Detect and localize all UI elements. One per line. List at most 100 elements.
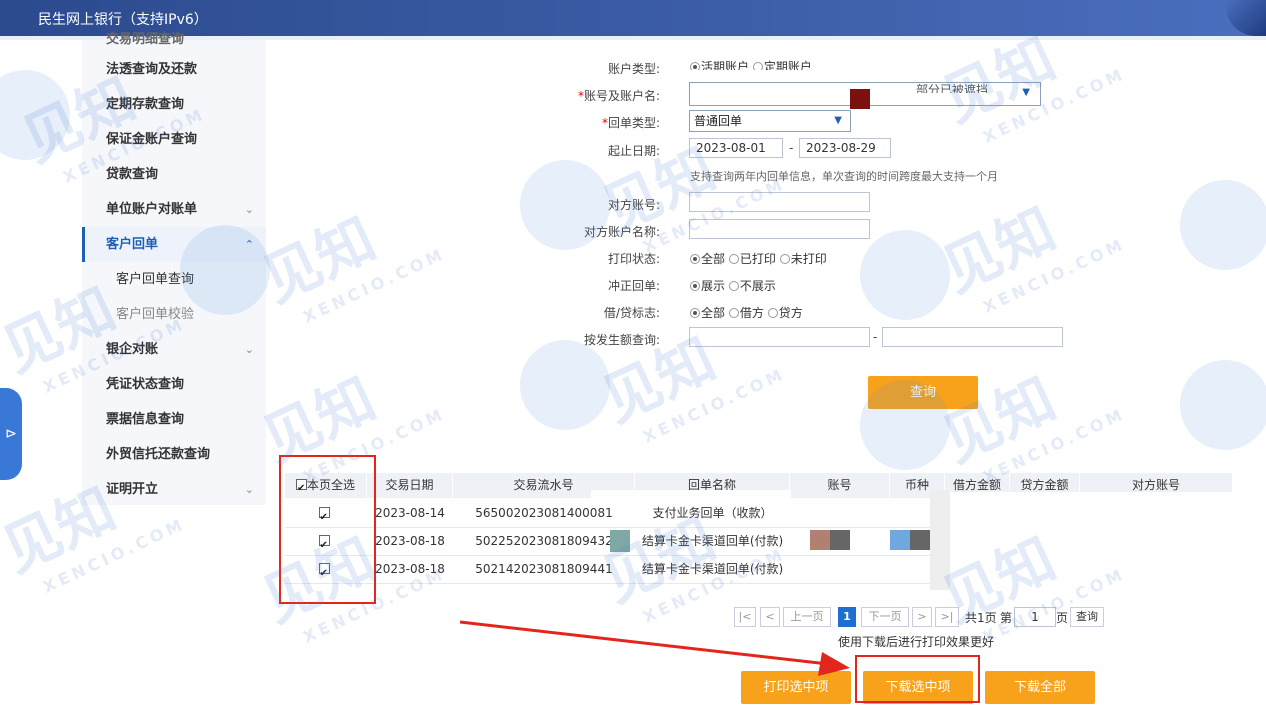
account-label: *账号及账户名: bbox=[577, 89, 660, 103]
annotation-box-download bbox=[855, 655, 980, 703]
watermark-logo bbox=[0, 70, 70, 160]
sidebar-item-customer-receipt[interactable]: 客户回单 ⌃ bbox=[82, 227, 266, 262]
radio-show[interactable] bbox=[690, 281, 700, 291]
start-date-input[interactable]: 2023-08-01 bbox=[689, 138, 783, 158]
dropdown-arrow-icon: ▼ bbox=[1022, 87, 1030, 98]
chevron-down-icon: ⌄ bbox=[244, 343, 254, 356]
annotation-box-checkboxes bbox=[279, 455, 376, 604]
account-type-radio-group[interactable]: 活期账户 定期账户 bbox=[690, 58, 812, 70]
next-page-button[interactable]: 下一页 bbox=[861, 607, 909, 627]
account-select[interactable]: 部分已被遮挡 ▼ bbox=[689, 82, 1041, 109]
row-receipt-name: 结算卡金卡渠道回单(付款) bbox=[641, 534, 784, 548]
row-serial: 502142023081809441 bbox=[475, 562, 613, 576]
redacted-mark bbox=[850, 89, 870, 109]
col-account: 账号 bbox=[790, 473, 890, 498]
row-date: 2023-08-18 bbox=[375, 562, 445, 576]
end-date-input[interactable]: 2023-08-29 bbox=[799, 138, 891, 158]
radio-fixed-account[interactable] bbox=[752, 62, 763, 70]
col-date: 交易日期 bbox=[367, 473, 453, 498]
sidebar-item-margin-account[interactable]: 保证金账户查询 bbox=[82, 122, 266, 157]
row-serial: 565002023081400081 bbox=[475, 506, 613, 520]
chevron-up-icon: ⌃ bbox=[244, 238, 254, 251]
next-page-icon-button[interactable]: > bbox=[912, 607, 932, 627]
print-status-label: 打印状态: bbox=[607, 252, 660, 266]
sidebar-item-loan[interactable]: 贷款查询 bbox=[82, 157, 266, 192]
watermark-logo bbox=[1180, 180, 1266, 270]
sidebar-item-trust-repay[interactable]: 外贸信托还款查询 bbox=[82, 437, 266, 472]
dc-flag-radio-group[interactable]: 全部 借方 贷方 bbox=[690, 304, 803, 321]
sidebar-item-voucher-status[interactable]: 凭证状态查询 bbox=[82, 367, 266, 402]
reversal-label: 冲正回单: bbox=[607, 279, 660, 293]
sidebar-item-receipt-query[interactable]: 客户回单查询 bbox=[82, 262, 266, 297]
current-page[interactable]: 1 bbox=[838, 607, 856, 627]
date-separator: - bbox=[789, 141, 794, 155]
goto-prefix: 第 bbox=[1000, 611, 1013, 625]
chevron-down-icon: ⌄ bbox=[244, 203, 254, 216]
counter-name-label: 对方账户名称: bbox=[583, 225, 660, 239]
header-decoration bbox=[1226, 0, 1266, 36]
row-date: 2023-08-14 bbox=[375, 506, 445, 520]
sidebar: 交易明细查询 法透查询及还款 定期存款查询 保证金账户查询 贷款查询 单位账户对… bbox=[82, 32, 266, 507]
watermark-logo bbox=[1180, 360, 1266, 450]
sidebar-item-receipt-verify[interactable]: 客户回单校验 bbox=[82, 297, 266, 332]
last-page-button[interactable]: >| bbox=[935, 607, 959, 627]
account-type-label: 账户类型: bbox=[607, 62, 660, 76]
download-all-button[interactable]: 下载全部 bbox=[985, 671, 1095, 704]
counter-account-input[interactable] bbox=[689, 192, 870, 212]
date-hint: 支持查询两年内回单信息，单次查询的时间跨度最大支持一个月 bbox=[690, 170, 998, 183]
radio-printed[interactable] bbox=[728, 254, 739, 264]
amount-max-input[interactable] bbox=[882, 327, 1063, 347]
radio-print-all[interactable] bbox=[690, 254, 700, 264]
watermark: 见知XENCIO.COM bbox=[251, 204, 449, 327]
sidebar-item-bank-reconcile[interactable]: 银企对账 ⌄ bbox=[82, 332, 266, 367]
sidebar-item-statement[interactable]: 单位账户对账单 ⌄ bbox=[82, 192, 266, 227]
row-receipt-name: 结算卡金卡渠道回单(付款) bbox=[641, 562, 784, 576]
redaction-mask bbox=[810, 530, 850, 550]
amount-separator: - bbox=[873, 330, 878, 344]
radio-credit[interactable] bbox=[767, 308, 778, 318]
watermark-logo bbox=[520, 340, 610, 430]
radio-debit[interactable] bbox=[728, 308, 739, 318]
date-range-label: 起止日期: bbox=[607, 144, 660, 158]
print-status-radio-group[interactable]: 全部 已打印 未打印 bbox=[690, 250, 827, 267]
radio-hide[interactable] bbox=[728, 281, 739, 291]
watermark-logo bbox=[860, 230, 950, 320]
sidebar-item-overdraft[interactable]: 法透查询及还款 bbox=[82, 52, 266, 87]
redaction-mask bbox=[610, 530, 630, 552]
collapse-sidebar-icon[interactable]: ⊳ bbox=[0, 388, 22, 480]
first-page-button[interactable]: |< bbox=[734, 607, 756, 627]
redaction-mask bbox=[950, 492, 1240, 585]
row-receipt-name: 支付业务回单（收款） bbox=[652, 506, 773, 520]
sidebar-item-bill-info[interactable]: 票据信息查询 bbox=[82, 402, 266, 437]
redaction-mask bbox=[890, 530, 930, 550]
print-selected-button[interactable]: 打印选中项 bbox=[741, 671, 851, 704]
receipt-type-label: *回单类型: bbox=[601, 116, 660, 130]
sidebar-item-fixed-deposit[interactable]: 定期存款查询 bbox=[82, 87, 266, 122]
radio-dc-all[interactable] bbox=[690, 308, 700, 318]
prev-page-button[interactable]: 上一页 bbox=[783, 607, 831, 627]
query-button[interactable]: 查询 bbox=[868, 376, 978, 409]
app-title: 民生网上银行（支持IPv6） bbox=[38, 12, 208, 28]
sidebar-item-certificate[interactable]: 证明开立 ⌄ bbox=[82, 472, 266, 507]
goto-page-button[interactable]: 查询 bbox=[1070, 607, 1104, 627]
receipt-type-select[interactable]: 普通回单 ▼ bbox=[689, 110, 851, 132]
sidebar-item-transaction-detail[interactable]: 交易明细查询 bbox=[82, 28, 266, 52]
row-date: 2023-08-18 bbox=[375, 534, 445, 548]
download-tip: 使用下载后进行打印效果更好 bbox=[838, 635, 995, 649]
counter-name-input[interactable] bbox=[689, 219, 870, 239]
radio-current-account[interactable] bbox=[690, 62, 700, 70]
amount-min-input[interactable] bbox=[689, 327, 870, 347]
watermark: 见知XENCIO.COM bbox=[931, 364, 1129, 487]
counter-account-label: 对方账号: bbox=[607, 198, 660, 212]
row-serial: 502252023081809432 bbox=[475, 534, 613, 548]
reversal-radio-group[interactable]: 展示 不展示 bbox=[690, 277, 776, 294]
amount-label: 按发生额查询: bbox=[583, 333, 660, 347]
radio-unprinted[interactable] bbox=[779, 254, 790, 264]
goto-page-input[interactable]: 1 bbox=[1014, 607, 1056, 627]
redaction-mask bbox=[930, 490, 950, 590]
total-pages: 共1页 bbox=[965, 611, 997, 625]
dc-flag-label: 借/贷标志: bbox=[603, 306, 660, 320]
chevron-down-icon: ⌄ bbox=[244, 483, 254, 496]
dropdown-arrow-icon: ▼ bbox=[834, 115, 842, 126]
prev-page-icon-button[interactable]: < bbox=[760, 607, 780, 627]
